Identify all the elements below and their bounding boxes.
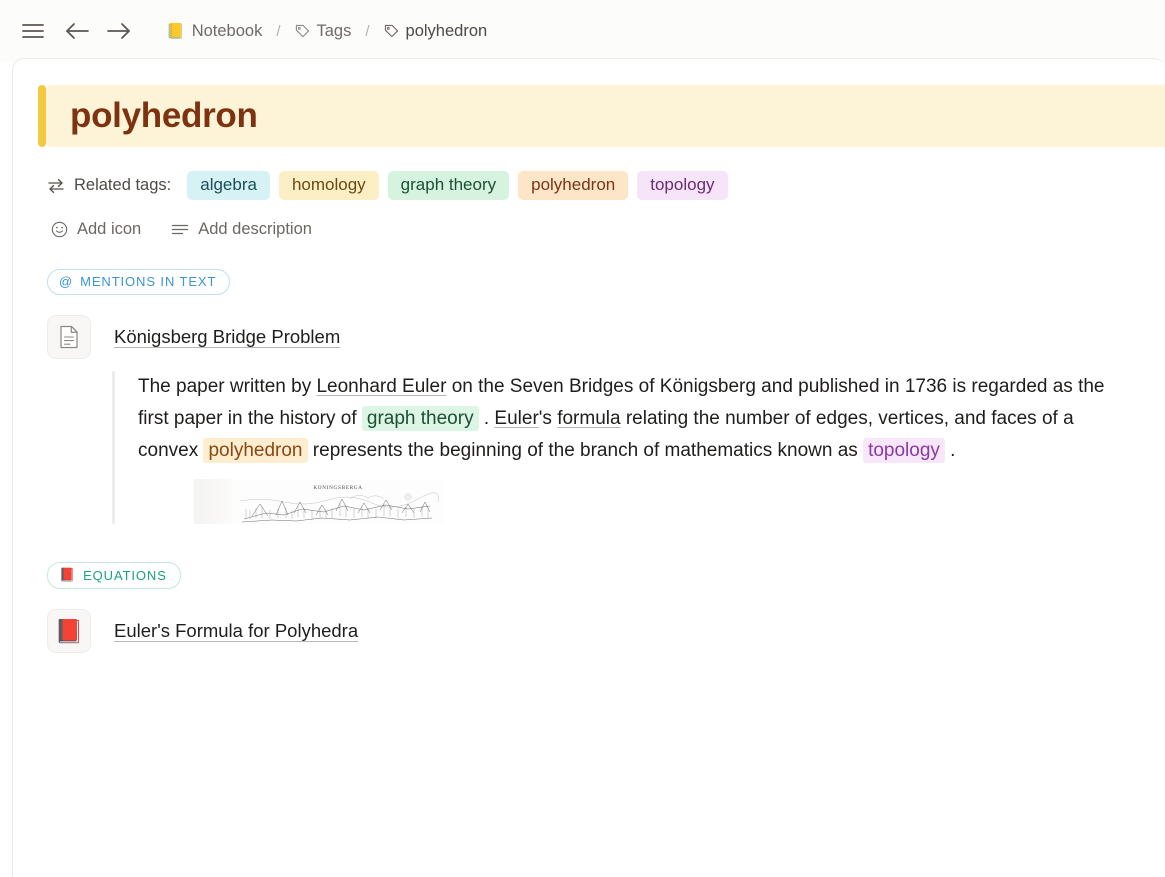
equation-entry-title[interactable]: Euler's Formula for Polyhedra xyxy=(114,620,358,642)
tag-icon xyxy=(384,24,398,37)
excerpt-fragment-7: . xyxy=(944,440,956,461)
title-background[interactable]: polyhedron xyxy=(46,85,1165,147)
related-tag-polyhedron[interactable]: polyhedron xyxy=(518,171,629,200)
related-tag-graph-theory[interactable]: graph theory xyxy=(387,171,510,200)
mention-entry-title[interactable]: Königsberg Bridge Problem xyxy=(114,326,340,348)
swap-arrows-icon xyxy=(47,178,65,194)
back-button[interactable] xyxy=(62,16,92,46)
red-book-icon: 📕 xyxy=(47,609,91,653)
hamburger-icon xyxy=(22,24,44,38)
related-tags-row: Related tags: algebra homology graph the… xyxy=(47,171,1165,200)
breadcrumb-item-notebook[interactable]: 📒 Notebook xyxy=(162,20,266,43)
excerpt-link-formula[interactable]: formula xyxy=(557,408,620,429)
hamburger-menu-button[interactable] xyxy=(18,16,48,46)
breadcrumb-item-tags[interactable]: Tags xyxy=(291,20,356,43)
excerpt-fragment-4: 's xyxy=(538,408,558,429)
add-description-label: Add description xyxy=(198,220,312,238)
at-sign-icon: @ xyxy=(59,274,74,289)
breadcrumb-label-tags: Tags xyxy=(316,21,352,40)
image-placeholder-strip xyxy=(194,479,232,524)
navigation-arrows xyxy=(62,16,134,46)
add-description-button[interactable]: Add description xyxy=(171,220,312,239)
tag-icon xyxy=(295,24,309,37)
breadcrumb: 📒 Notebook / Tags / polyhedron xyxy=(162,20,491,43)
excerpt-fragment-3: . xyxy=(478,408,495,429)
breadcrumb-item-polyhedron[interactable]: polyhedron xyxy=(380,20,492,43)
breadcrumb-separator-2: / xyxy=(365,22,370,40)
related-tag-algebra[interactable]: algebra xyxy=(187,171,270,200)
breadcrumb-label-notebook: Notebook xyxy=(191,21,263,40)
engraving-artwork: KONINGSBERGA xyxy=(232,479,444,524)
add-actions-row: Add icon Add description xyxy=(51,220,1165,239)
smiley-face-icon xyxy=(51,221,68,238)
excerpt-link-leonhard-euler[interactable]: Leonhard Euler xyxy=(316,376,446,397)
text-lines-icon xyxy=(171,223,189,237)
section-pill-equations[interactable]: 📕 EQUATIONS xyxy=(47,562,181,589)
excerpt-inline-tag-topology[interactable]: topology xyxy=(863,438,945,463)
forward-button[interactable] xyxy=(104,16,134,46)
related-tag-topology[interactable]: topology xyxy=(637,171,728,200)
excerpt-fragment-1: The paper written by xyxy=(138,376,317,397)
top-bar: 📒 Notebook / Tags / polyhedron xyxy=(0,0,1165,62)
excerpt-blockquote: The paper written by Leonhard Euler on t… xyxy=(112,371,1165,524)
konigsberg-engraving-thumbnail[interactable]: KONINGSBERGA xyxy=(232,479,444,524)
excerpt-link-euler[interactable]: Euler xyxy=(494,408,538,429)
page-title: polyhedron xyxy=(70,96,258,135)
arrow-right-icon xyxy=(107,23,130,39)
excerpt-text: The paper written by Leonhard Euler on t… xyxy=(138,371,1128,467)
excerpt-fragment-6: represents the beginning of the branch o… xyxy=(307,440,864,461)
notebook-emoji-icon: 📒 xyxy=(166,22,185,40)
content-panel: polyhedron Related tags: algebra homolog… xyxy=(12,58,1165,877)
related-tag-homology[interactable]: homology xyxy=(278,171,379,200)
breadcrumb-label-polyhedron: polyhedron xyxy=(405,21,488,40)
excerpt-inline-tag-polyhedron[interactable]: polyhedron xyxy=(203,438,308,463)
red-book-emoji: 📕 xyxy=(54,617,84,644)
excerpt-inline-tag-graph-theory[interactable]: graph theory xyxy=(361,406,479,431)
add-icon-button[interactable]: Add icon xyxy=(51,220,141,239)
section-pill-label-mentions: MENTIONS IN TEXT xyxy=(80,274,217,289)
equation-entry-eulers-formula[interactable]: 📕 Euler's Formula for Polyhedra xyxy=(47,609,1165,653)
breadcrumb-separator: / xyxy=(276,22,281,40)
arrow-left-icon xyxy=(66,23,89,39)
document-page-icon xyxy=(47,315,91,359)
red-book-emoji-icon: 📕 xyxy=(59,567,77,582)
page-title-row: polyhedron xyxy=(13,85,1165,147)
title-accent-bar xyxy=(38,85,46,147)
mention-entry-konigsberg[interactable]: Königsberg Bridge Problem xyxy=(47,315,1165,359)
related-tags-label: Related tags: xyxy=(74,176,172,194)
section-pill-label-equations: EQUATIONS xyxy=(83,567,167,583)
excerpt-image-row: KONINGSBERGA xyxy=(194,479,1128,524)
section-pill-mentions-in-text[interactable]: @ MENTIONS IN TEXT xyxy=(47,269,231,295)
add-icon-label: Add icon xyxy=(77,220,142,238)
engraving-caption: KONINGSBERGA xyxy=(313,485,362,491)
